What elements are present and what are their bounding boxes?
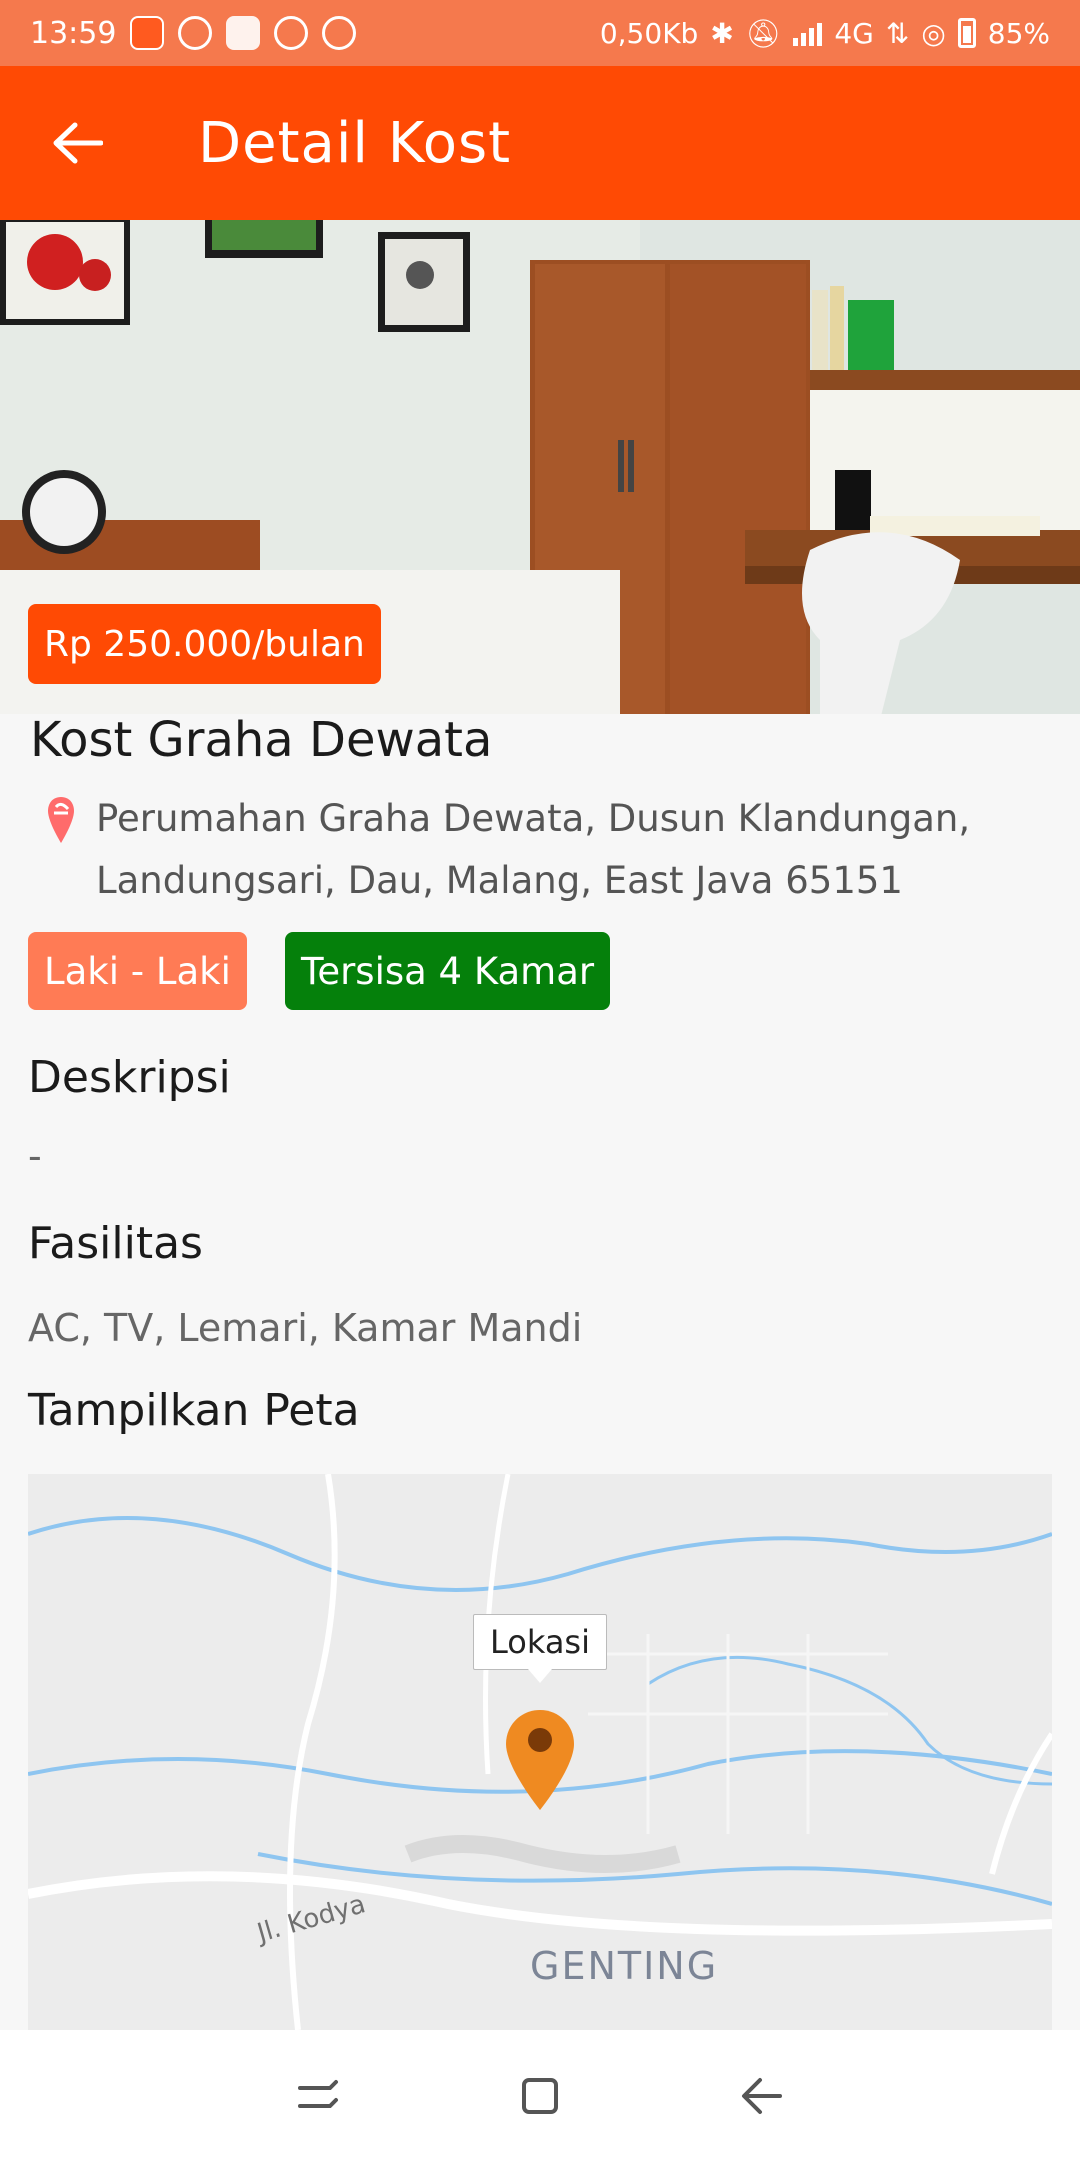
arrow-back-icon: [53, 122, 103, 164]
signal-icon: [793, 20, 823, 46]
map-view[interactable]: Lokasi Jl. Kodya GENTING: [28, 1474, 1052, 2030]
location-pin-icon: [48, 797, 74, 843]
map-marker-label[interactable]: Lokasi: [473, 1614, 607, 1683]
app-bar: Detail Kost: [0, 66, 1080, 220]
page-title: Detail Kost: [198, 110, 512, 176]
back-nav-icon[interactable]: [732, 2066, 792, 2126]
facilities-heading: Fasilitas: [28, 1218, 203, 1269]
status-bar: 13:59 0,50Kb ✱ 🔕︎ 4G ⇅ ◎ 85%: [0, 0, 1080, 66]
back-button[interactable]: [22, 88, 132, 198]
app-notification-icon: [130, 16, 165, 50]
line-icon: [178, 16, 213, 50]
kost-address: Perumahan Graha Dewata, Dusun Klandungan…: [96, 797, 971, 902]
system-nav-bar: [0, 2030, 1080, 2160]
instagram-icon: [322, 16, 357, 50]
gender-badge: Laki - Laki: [28, 932, 247, 1010]
status-time: 13:59: [30, 15, 117, 51]
bluetooth-icon: ✱: [710, 16, 734, 50]
map-heading: Tampilkan Peta: [28, 1385, 360, 1436]
network-type: 4G: [834, 16, 874, 50]
upload-icon: [226, 16, 261, 50]
location-icon: ◎: [921, 16, 946, 50]
battery-percent: 85%: [987, 16, 1050, 50]
battery-icon: [957, 18, 976, 48]
recent-apps-icon[interactable]: [288, 2066, 348, 2126]
facilities-text: AC, TV, Lemari, Kamar Mandi: [28, 1306, 583, 1350]
network-speed: 0,50Kb: [599, 16, 699, 50]
kost-name: Kost Graha Dewata: [30, 712, 493, 768]
rooms-available-badge: Tersisa 4 Kamar: [285, 932, 611, 1010]
price-badge: Rp 250.000/bulan: [28, 604, 381, 684]
home-icon[interactable]: [510, 2066, 570, 2126]
map-area-label: GENTING: [530, 1944, 719, 1988]
description-text: -: [28, 1134, 42, 1178]
data-transfer-icon: ⇅: [885, 16, 910, 50]
description-heading: Deskripsi: [28, 1052, 231, 1103]
bbm-icon: [274, 16, 309, 50]
mute-icon: 🔕︎: [745, 16, 782, 50]
